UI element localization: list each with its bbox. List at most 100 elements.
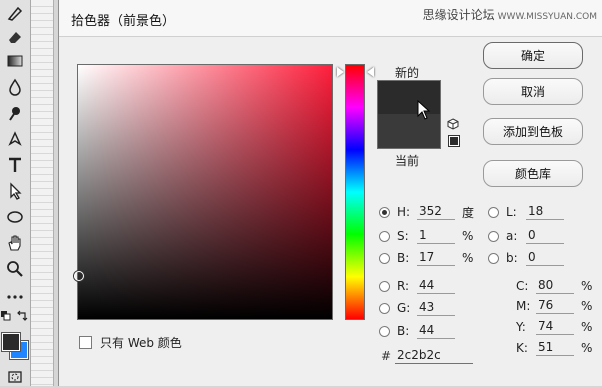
zoom-tool-icon[interactable] xyxy=(4,258,26,280)
hue-unit: 度 xyxy=(462,205,475,220)
websafe-swatch-icon[interactable] xyxy=(448,135,460,147)
lab-b-row: b: 0 xyxy=(488,248,564,268)
blue-row: B: 44 xyxy=(379,321,455,341)
blur-tool-icon[interactable] xyxy=(4,76,26,98)
brightness-row: B: 17 % xyxy=(379,248,473,268)
hue-label: H: xyxy=(397,205,411,219)
saturation-radio[interactable] xyxy=(379,230,390,242)
lightness-label: L: xyxy=(506,205,517,219)
yellow-unit: % xyxy=(581,320,593,334)
hue-radio[interactable] xyxy=(379,206,390,218)
magenta-input[interactable]: 76 xyxy=(536,298,574,314)
healing-brush-tool-icon[interactable] xyxy=(4,2,26,24)
add-to-swatches-button[interactable]: 添加到色板 xyxy=(483,118,583,145)
quick-mask-icon[interactable] xyxy=(4,366,26,388)
magenta-label: M: xyxy=(516,299,531,313)
brightness-label: B: xyxy=(397,251,410,265)
magenta-row: M: 76 % xyxy=(509,296,592,316)
lab-a-label: a: xyxy=(506,229,518,243)
swap-colors-icon[interactable] xyxy=(16,310,28,322)
cyan-input[interactable]: 80 xyxy=(536,278,574,294)
brightness-radio[interactable] xyxy=(379,252,390,264)
mouse-cursor-icon xyxy=(417,100,431,120)
saturation-row: S: 1 % xyxy=(379,226,473,246)
new-color-swatch xyxy=(377,80,441,115)
web-only-checkbox[interactable] xyxy=(79,336,92,349)
lab-a-input[interactable]: 0 xyxy=(526,228,564,244)
blue-input[interactable]: 44 xyxy=(417,323,455,339)
green-row: G: 43 xyxy=(379,298,455,318)
saturation-input[interactable]: 1 xyxy=(417,228,455,244)
foreground-color-swatch[interactable] xyxy=(1,332,21,352)
black-label: K: xyxy=(516,341,528,355)
ruler xyxy=(31,0,54,386)
color-field-marker[interactable] xyxy=(74,271,84,281)
green-input[interactable]: 43 xyxy=(417,300,455,316)
pen-tool-icon[interactable] xyxy=(4,128,26,150)
type-tool-icon[interactable] xyxy=(4,154,26,176)
lab-b-input[interactable]: 0 xyxy=(526,250,564,266)
web-only-option[interactable]: 只有 Web 颜色 xyxy=(79,334,182,351)
watermark-text: 思缘设计论坛 xyxy=(422,8,495,22)
lightness-input[interactable]: 18 xyxy=(526,204,564,220)
black-unit: % xyxy=(581,341,593,355)
red-input[interactable]: 44 xyxy=(417,278,455,294)
hue-row: H: 352 度 xyxy=(379,202,474,222)
hue-slider[interactable] xyxy=(345,64,365,320)
new-color-label: 新的 xyxy=(395,66,420,80)
color-field[interactable] xyxy=(74,64,333,320)
lab-a-row: a: 0 xyxy=(488,226,564,246)
watermark-url: WWW.MISSYUAN.COM xyxy=(497,12,597,22)
hue-input[interactable]: 352 xyxy=(417,204,455,220)
brightness-unit: % xyxy=(462,251,474,265)
hex-row: # 2c2b2c xyxy=(381,346,473,366)
web-only-label: 只有 Web 颜色 xyxy=(100,336,182,350)
blue-radio[interactable] xyxy=(379,325,390,337)
black-input[interactable]: 51 xyxy=(536,340,574,356)
eraser-tool-icon[interactable] xyxy=(4,26,26,48)
hue-slider-right-arrow[interactable] xyxy=(367,67,374,77)
gradient-tool-icon[interactable] xyxy=(4,50,26,72)
red-radio[interactable] xyxy=(379,280,390,292)
hue-slider-left-arrow[interactable] xyxy=(337,67,344,77)
lab-a-radio[interactable] xyxy=(488,230,499,242)
path-selection-tool-icon[interactable] xyxy=(4,180,26,202)
lab-b-radio[interactable] xyxy=(488,252,499,264)
green-radio[interactable] xyxy=(379,302,390,314)
dialog-title: 拾色器（前景色） xyxy=(71,14,176,29)
dialog-titlebar[interactable]: 拾色器（前景色） 思缘设计论坛 WWW.MISSYUAN.COM xyxy=(59,0,602,37)
magenta-unit: % xyxy=(581,299,593,313)
yellow-label: Y: xyxy=(516,320,526,334)
tool-palette xyxy=(0,0,31,386)
green-label: G: xyxy=(397,301,411,315)
cyan-unit: % xyxy=(581,279,593,293)
yellow-row: Y: 74 % xyxy=(509,317,592,337)
hex-hash-label: # xyxy=(381,349,392,363)
yellow-input[interactable]: 74 xyxy=(536,319,574,335)
default-colors-icon[interactable] xyxy=(0,310,12,322)
current-color-label: 当前 xyxy=(395,154,420,168)
saturation-unit: % xyxy=(462,229,474,243)
hex-input[interactable]: 2c2b2c xyxy=(395,348,473,364)
lightness-radio[interactable] xyxy=(488,206,499,218)
hand-tool-icon[interactable] xyxy=(4,232,26,254)
watermark: 思缘设计论坛 WWW.MISSYUAN.COM xyxy=(423,6,597,23)
cancel-button[interactable]: 取消 xyxy=(483,78,583,105)
red-label: R: xyxy=(397,279,410,293)
saturation-label: S: xyxy=(397,229,409,243)
black-row: K: 51 % xyxy=(509,338,592,358)
current-color-swatch[interactable] xyxy=(377,114,441,149)
blue-label: B: xyxy=(397,324,410,338)
ellipse-tool-icon[interactable] xyxy=(4,206,26,228)
ok-button[interactable]: 确定 xyxy=(483,42,583,69)
brightness-input[interactable]: 17 xyxy=(417,250,455,266)
cyan-row: C: 80 % xyxy=(509,276,592,296)
lightness-row: L: 18 xyxy=(488,202,564,222)
color-libraries-button[interactable]: 颜色库 xyxy=(483,160,583,187)
cyan-label: C: xyxy=(516,279,529,293)
more-tools-icon[interactable] xyxy=(4,286,26,308)
gamut-cube-icon[interactable] xyxy=(447,118,459,130)
dodge-tool-icon[interactable] xyxy=(4,102,26,124)
color-picker-dialog: 拾色器（前景色） 思缘设计论坛 WWW.MISSYUAN.COM 新的 当前 确定… xyxy=(58,0,602,386)
red-row: R: 44 xyxy=(379,276,455,296)
